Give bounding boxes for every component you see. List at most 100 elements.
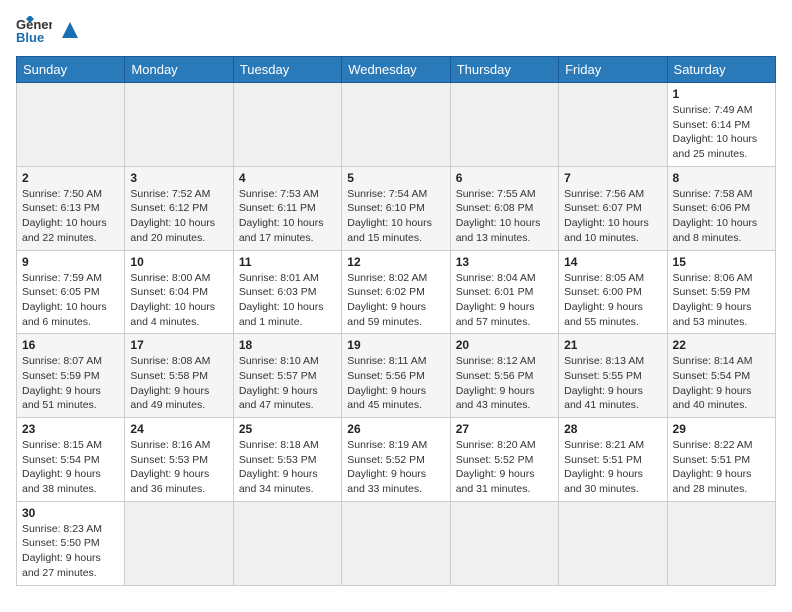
calendar-cell: 14 Sunrise: 8:05 AM Sunset: 6:00 PM Dayli… [559, 250, 667, 334]
calendar-cell: 21 Sunrise: 8:13 AM Sunset: 5:55 PM Dayli… [559, 334, 667, 418]
day-number: 14 [564, 255, 661, 269]
calendar-header: SundayMondayTuesdayWednesdayThursdayFrid… [17, 57, 776, 83]
calendar-cell: 24Sunrise: 8:16 AM Sunset: 5:53 PM Dayli… [125, 418, 233, 502]
calendar-cell [125, 501, 233, 585]
calendar-cell: 5Sunrise: 7:54 AM Sunset: 6:10 PM Daylig… [342, 166, 450, 250]
day-number: 27 [456, 422, 553, 436]
calendar-cell: 27Sunrise: 8:20 AM Sunset: 5:52 PM Dayli… [450, 418, 558, 502]
calendar-body: 1 Sunrise: 7:49 AM Sunset: 6:14 PM Daylig… [17, 83, 776, 586]
calendar-cell [559, 83, 667, 167]
day-number: 29 [673, 422, 770, 436]
calendar-week-row: 16Sunrise: 8:07 AM Sunset: 5:59 PM Dayli… [17, 334, 776, 418]
day-number: 11 [239, 255, 336, 269]
day-info: Sunrise: 8:18 AM Sunset: 5:53 PM Dayligh… [239, 438, 336, 497]
day-info: Sunrise: 8:01 AM Sunset: 6:03 PM Dayligh… [239, 271, 336, 330]
weekday-header-monday: Monday [125, 57, 233, 83]
day-info: Sunrise: 7:49 AM Sunset: 6:14 PM Dayligh… [673, 103, 770, 162]
day-info: Sunrise: 8:19 AM Sunset: 5:52 PM Dayligh… [347, 438, 444, 497]
day-info: Sunrise: 8:23 AM Sunset: 5:50 PM Dayligh… [22, 522, 119, 581]
day-number: 6 [456, 171, 553, 185]
day-number: 24 [130, 422, 227, 436]
calendar-cell: 6Sunrise: 7:55 AM Sunset: 6:08 PM Daylig… [450, 166, 558, 250]
calendar-cell: 16Sunrise: 8:07 AM Sunset: 5:59 PM Dayli… [17, 334, 125, 418]
day-number: 22 [673, 338, 770, 352]
weekday-header-saturday: Saturday [667, 57, 775, 83]
day-number: 19 [347, 338, 444, 352]
page-header: General Blue [16, 16, 776, 44]
day-info: Sunrise: 7:52 AM Sunset: 6:12 PM Dayligh… [130, 187, 227, 246]
calendar-cell: 8 Sunrise: 7:58 AM Sunset: 6:06 PM Daylig… [667, 166, 775, 250]
calendar-cell [450, 83, 558, 167]
day-info: Sunrise: 8:04 AM Sunset: 6:01 PM Dayligh… [456, 271, 553, 330]
day-info: Sunrise: 8:13 AM Sunset: 5:55 PM Dayligh… [564, 354, 661, 413]
calendar-cell: 18 Sunrise: 8:10 AM Sunset: 5:57 PM Dayli… [233, 334, 341, 418]
day-info: Sunrise: 7:50 AM Sunset: 6:13 PM Dayligh… [22, 187, 119, 246]
calendar-cell: 19 Sunrise: 8:11 AM Sunset: 5:56 PM Dayli… [342, 334, 450, 418]
calendar-cell: 3 Sunrise: 7:52 AM Sunset: 6:12 PM Daylig… [125, 166, 233, 250]
day-info: Sunrise: 8:22 AM Sunset: 5:51 PM Dayligh… [673, 438, 770, 497]
day-number: 12 [347, 255, 444, 269]
day-number: 30 [22, 506, 119, 520]
day-info: Sunrise: 7:53 AM Sunset: 6:11 PM Dayligh… [239, 187, 336, 246]
calendar-cell [342, 501, 450, 585]
day-number: 28 [564, 422, 661, 436]
weekday-header-friday: Friday [559, 57, 667, 83]
day-number: 3 [130, 171, 227, 185]
calendar-cell: 15Sunrise: 8:06 AM Sunset: 5:59 PM Dayli… [667, 250, 775, 334]
calendar-cell: 20 Sunrise: 8:12 AM Sunset: 5:56 PM Dayli… [450, 334, 558, 418]
day-info: Sunrise: 8:05 AM Sunset: 6:00 PM Dayligh… [564, 271, 661, 330]
calendar-cell: 1 Sunrise: 7:49 AM Sunset: 6:14 PM Daylig… [667, 83, 775, 167]
calendar-cell [342, 83, 450, 167]
weekday-header-row: SundayMondayTuesdayWednesdayThursdayFrid… [17, 57, 776, 83]
day-number: 1 [673, 87, 770, 101]
day-info: Sunrise: 8:21 AM Sunset: 5:51 PM Dayligh… [564, 438, 661, 497]
day-number: 4 [239, 171, 336, 185]
day-number: 21 [564, 338, 661, 352]
day-number: 8 [673, 171, 770, 185]
calendar-table: SundayMondayTuesdayWednesdayThursdayFrid… [16, 56, 776, 586]
day-number: 25 [239, 422, 336, 436]
day-number: 20 [456, 338, 553, 352]
day-info: Sunrise: 7:59 AM Sunset: 6:05 PM Dayligh… [22, 271, 119, 330]
calendar-week-row: 23 Sunrise: 8:15 AM Sunset: 5:54 PM Dayli… [17, 418, 776, 502]
day-number: 16 [22, 338, 119, 352]
calendar-cell: 11 Sunrise: 8:01 AM Sunset: 6:03 PM Dayli… [233, 250, 341, 334]
day-info: Sunrise: 8:06 AM Sunset: 5:59 PM Dayligh… [673, 271, 770, 330]
calendar-cell: 28 Sunrise: 8:21 AM Sunset: 5:51 PM Dayli… [559, 418, 667, 502]
day-info: Sunrise: 8:10 AM Sunset: 5:57 PM Dayligh… [239, 354, 336, 413]
calendar-week-row: 1 Sunrise: 7:49 AM Sunset: 6:14 PM Daylig… [17, 83, 776, 167]
calendar-week-row: 30 Sunrise: 8:23 AM Sunset: 5:50 PM Dayli… [17, 501, 776, 585]
calendar-cell: 4 Sunrise: 7:53 AM Sunset: 6:11 PM Daylig… [233, 166, 341, 250]
calendar-cell: 30 Sunrise: 8:23 AM Sunset: 5:50 PM Dayli… [17, 501, 125, 585]
calendar-cell: 13 Sunrise: 8:04 AM Sunset: 6:01 PM Dayli… [450, 250, 558, 334]
day-info: Sunrise: 8:15 AM Sunset: 5:54 PM Dayligh… [22, 438, 119, 497]
calendar-cell: 7 Sunrise: 7:56 AM Sunset: 6:07 PM Daylig… [559, 166, 667, 250]
calendar-cell [450, 501, 558, 585]
day-number: 13 [456, 255, 553, 269]
weekday-header-thursday: Thursday [450, 57, 558, 83]
calendar-week-row: 9Sunrise: 7:59 AM Sunset: 6:05 PM Daylig… [17, 250, 776, 334]
day-info: Sunrise: 7:56 AM Sunset: 6:07 PM Dayligh… [564, 187, 661, 246]
day-info: Sunrise: 7:54 AM Sunset: 6:10 PM Dayligh… [347, 187, 444, 246]
day-info: Sunrise: 8:11 AM Sunset: 5:56 PM Dayligh… [347, 354, 444, 413]
day-info: Sunrise: 8:00 AM Sunset: 6:04 PM Dayligh… [130, 271, 227, 330]
day-info: Sunrise: 8:12 AM Sunset: 5:56 PM Dayligh… [456, 354, 553, 413]
day-info: Sunrise: 7:58 AM Sunset: 6:06 PM Dayligh… [673, 187, 770, 246]
day-info: Sunrise: 8:08 AM Sunset: 5:58 PM Dayligh… [130, 354, 227, 413]
weekday-header-sunday: Sunday [17, 57, 125, 83]
day-info: Sunrise: 8:14 AM Sunset: 5:54 PM Dayligh… [673, 354, 770, 413]
day-number: 23 [22, 422, 119, 436]
calendar-cell [667, 501, 775, 585]
weekday-header-wednesday: Wednesday [342, 57, 450, 83]
svg-text:Blue: Blue [16, 30, 44, 44]
calendar-cell: 22 Sunrise: 8:14 AM Sunset: 5:54 PM Dayli… [667, 334, 775, 418]
calendar-cell: 9Sunrise: 7:59 AM Sunset: 6:05 PM Daylig… [17, 250, 125, 334]
calendar-cell: 29 Sunrise: 8:22 AM Sunset: 5:51 PM Dayli… [667, 418, 775, 502]
day-info: Sunrise: 8:02 AM Sunset: 6:02 PM Dayligh… [347, 271, 444, 330]
calendar-cell: 26Sunrise: 8:19 AM Sunset: 5:52 PM Dayli… [342, 418, 450, 502]
calendar-cell [125, 83, 233, 167]
day-number: 7 [564, 171, 661, 185]
day-number: 2 [22, 171, 119, 185]
day-number: 18 [239, 338, 336, 352]
calendar-week-row: 2 Sunrise: 7:50 AM Sunset: 6:13 PM Daylig… [17, 166, 776, 250]
